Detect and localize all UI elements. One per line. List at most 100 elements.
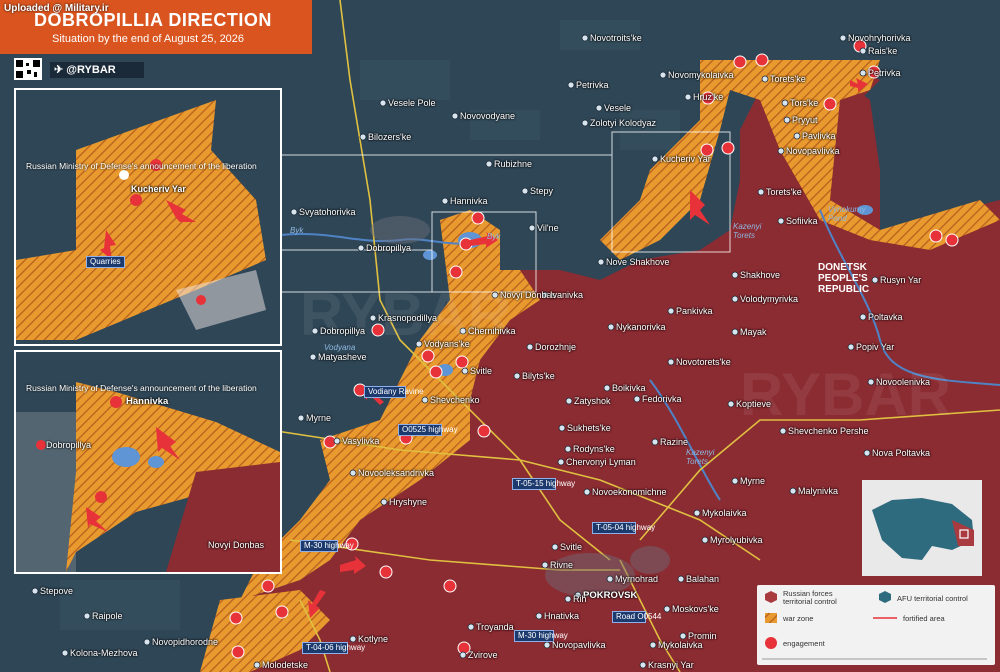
place-label: Kolona-Mezhova	[70, 648, 138, 658]
river-label: Byk	[487, 232, 501, 241]
map-subtitle: Situation by the end of August 25, 2026	[52, 33, 245, 45]
place-label: Moskovs'ke	[672, 604, 719, 614]
place-label: Hannivka	[450, 196, 488, 206]
place-label: Novyi Donbas	[500, 290, 557, 300]
settlement-dot	[451, 112, 459, 120]
settlement-dot	[541, 561, 549, 569]
engagement-icon	[823, 97, 837, 111]
legend-war-zone: war zone	[783, 614, 814, 623]
place-label: Chervonyi Lyman	[566, 457, 636, 467]
place-label: Myrne	[306, 413, 332, 423]
settlement-dot	[467, 623, 475, 631]
place-label: Mayak	[740, 327, 767, 337]
mod-announcement-note: Russian Ministry of Defense's announceme…	[26, 161, 257, 171]
engagement-icon	[421, 349, 435, 363]
qr-code-icon[interactable]	[14, 58, 42, 80]
place-label: Malynivka	[798, 486, 839, 496]
region-label: DONETSK PEOPLE'S REPUBLIC	[818, 262, 870, 295]
settlement-dot	[606, 575, 614, 583]
place-label: Raipole	[92, 611, 123, 621]
place-label: Balahan	[686, 574, 720, 584]
inset-place-label: Dobropillya	[46, 440, 92, 450]
place-label: Zvirove	[468, 650, 498, 660]
settlement-dot	[441, 197, 449, 205]
place-label: Troyanda	[476, 622, 514, 632]
settlement-dot	[781, 99, 789, 107]
settlement-dot	[693, 509, 701, 517]
place-label: Krasnyi Yar	[648, 660, 694, 670]
place-label: Poltavka	[868, 312, 903, 322]
highway-label: T-05-04 highway	[592, 522, 655, 534]
place-label: Rais'ke	[868, 46, 898, 56]
settlement-dot	[863, 449, 871, 457]
settlement-dot	[528, 224, 536, 232]
place-label: Fedorivka	[642, 394, 682, 404]
place-label: Dorozhnje	[535, 342, 577, 352]
settlement-dot	[639, 661, 647, 669]
place-label: Shevchenko Pershe	[788, 426, 869, 436]
settlement-dot	[761, 75, 769, 83]
river-label: Kazenyi Torets	[686, 448, 715, 466]
place-label: Tors'ke	[790, 98, 819, 108]
settlement-dot	[333, 437, 341, 445]
settlement-dot	[459, 651, 467, 659]
engagement-icon	[477, 424, 491, 438]
settlement-dot	[731, 328, 739, 336]
settlement-dot	[61, 649, 69, 657]
legend: Russian forces territorial control AFU t…	[757, 585, 995, 665]
place-label: Dobropillya	[320, 326, 366, 336]
telegram-brand[interactable]: ✈ @RYBAR	[50, 62, 144, 78]
settlement-dot	[380, 498, 388, 506]
settlement-dot	[290, 208, 298, 216]
settlement-dot	[309, 353, 317, 361]
settlement-dot	[567, 81, 575, 89]
place-label: Molodetske	[262, 660, 309, 670]
settlement-dot	[847, 343, 855, 351]
settlement-dot	[679, 632, 687, 640]
place-label: Sukhets'ke	[567, 423, 611, 433]
river-label: Vodyana	[324, 343, 356, 352]
place-label: Novooleksandrivka	[358, 468, 435, 478]
settlement-dot	[667, 307, 675, 315]
settlement-dot	[663, 605, 671, 613]
place-label: Boikivka	[612, 383, 646, 393]
settlement-dot	[859, 47, 867, 55]
engagement-icon	[755, 53, 769, 67]
engagement-icon	[721, 141, 735, 155]
place-label: Novopidhorodne	[152, 637, 219, 647]
place-label: Nove Shakhove	[606, 257, 670, 267]
place-label: Petrivka	[576, 80, 609, 90]
place-label: Novomykolaivka	[668, 70, 734, 80]
settlement-dot	[603, 384, 611, 392]
settlement-dot	[253, 661, 261, 669]
place-label: Novoekonomichne	[592, 487, 667, 497]
place-label: Krasnopodillya	[378, 313, 438, 323]
place-label: Rubizhne	[494, 159, 533, 169]
settlement-dot	[757, 188, 765, 196]
place-label: Vesele Pole	[388, 98, 436, 108]
settlement-dot	[551, 543, 559, 551]
settlement-dot	[143, 638, 151, 646]
settlement-dot	[31, 587, 39, 595]
engagement-icon	[231, 645, 245, 659]
place-label: Novovodyane	[460, 111, 516, 121]
place-label: Novopavlivka	[552, 640, 606, 650]
place-label: Vasylivka	[342, 436, 380, 446]
place-label: Matyasheve	[318, 352, 367, 362]
place-label: Hnativka	[544, 611, 580, 621]
place-label: Svitle	[470, 366, 493, 376]
place-label: Myrne	[740, 476, 766, 486]
place-label: Rusyn Yar	[880, 275, 922, 285]
place-label: Rivne	[550, 560, 574, 570]
overview-minimap[interactable]	[862, 480, 982, 576]
settlement-dot	[359, 133, 367, 141]
place-label: Mykolaivka	[702, 508, 747, 518]
place-label: Rih	[573, 594, 587, 604]
place-label: Bilyts'ke	[522, 371, 555, 381]
place-label: Svyatohorivka	[299, 207, 356, 217]
place-label: Volodymyrivka	[740, 294, 799, 304]
highway-label: O0525 highway	[398, 424, 458, 436]
settlement-dot	[793, 132, 801, 140]
place-label: Pavlivka	[802, 131, 836, 141]
settlement-dot	[583, 488, 591, 496]
